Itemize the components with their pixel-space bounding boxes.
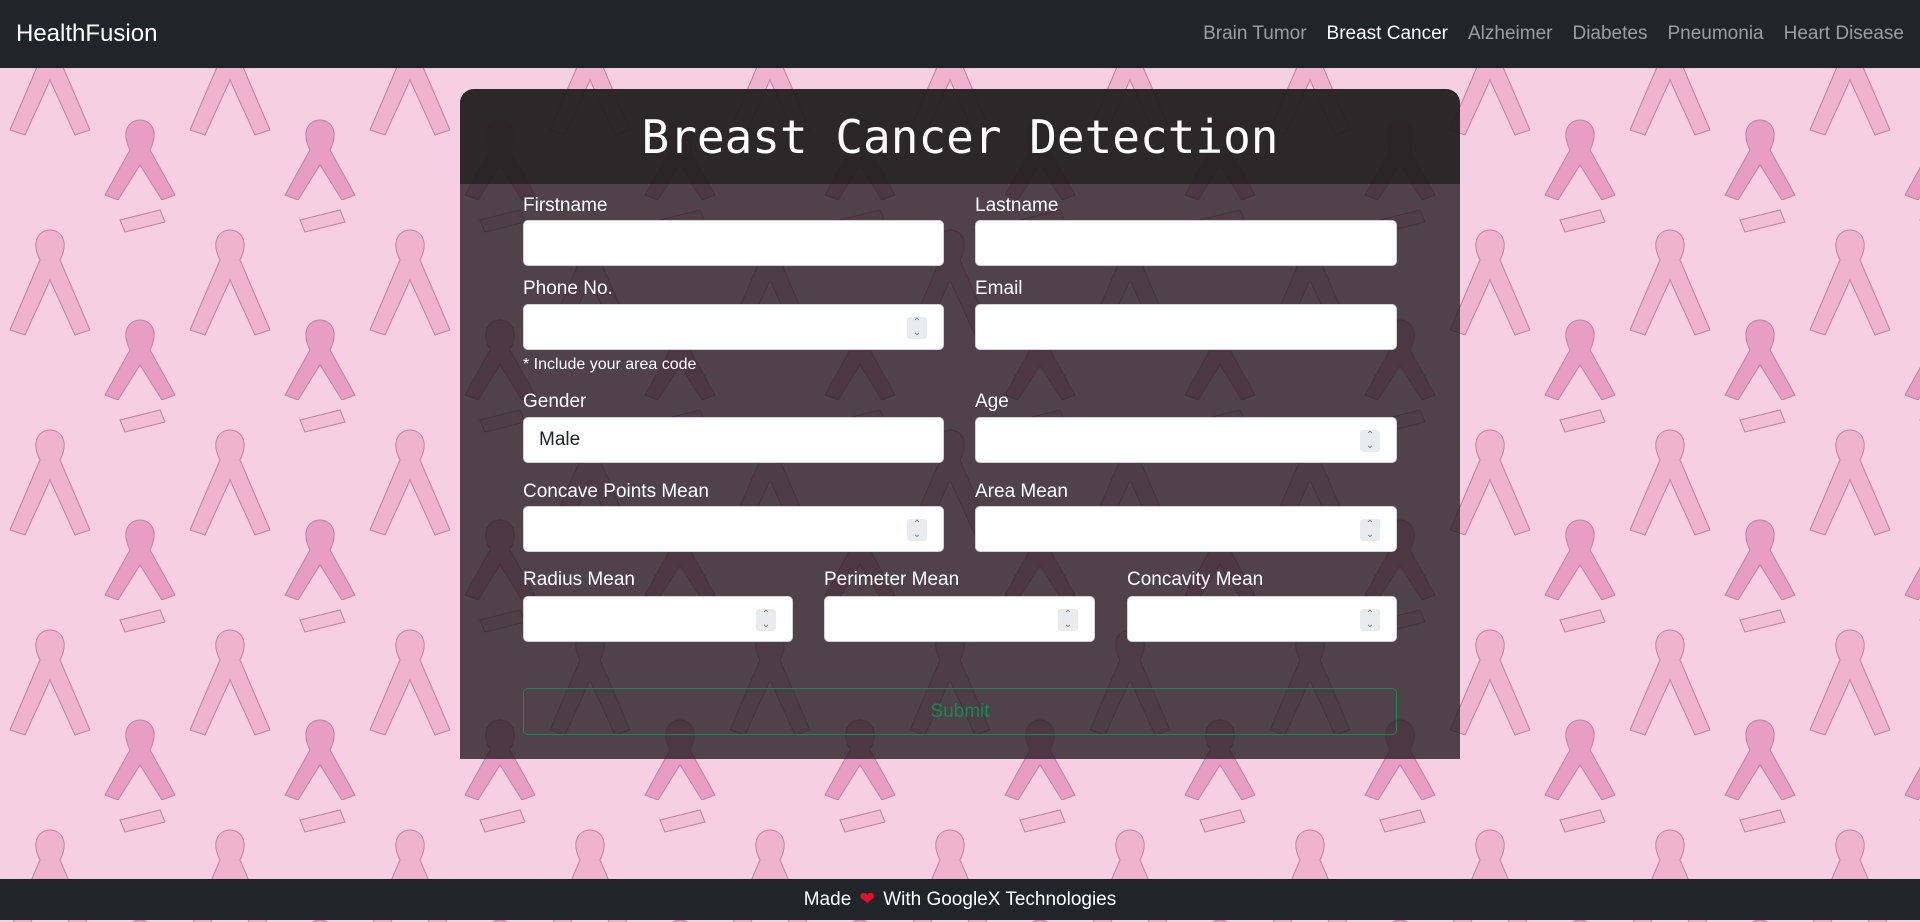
concave-points-mean-label: Concave Points Mean [523,481,709,502]
gender-label: Gender [523,391,587,412]
spinner-icon[interactable]: ⌃ ⌄ [1360,609,1380,631]
spinner-icon[interactable]: ⌃ ⌄ [1360,519,1380,541]
concavity-mean-label: Concavity Mean [1127,569,1264,590]
footer: Made ❤ With GoogleX Technologies [0,879,1920,920]
age-input[interactable]: ⌃ ⌄ [975,417,1397,463]
lastname-input[interactable] [975,220,1397,266]
nav-links: Brain Tumor Breast Cancer Alzheimer Diab… [1203,23,1904,45]
detection-form-card: Breast Cancer Detection Firstname Lastna… [460,89,1460,759]
email-label: Email [975,278,1023,299]
area-mean-label: Area Mean [975,481,1068,502]
phone-hint: * Include your area code [523,356,697,373]
footer-credit: With GoogleX Technologies [883,888,1117,910]
nav-pneumonia[interactable]: Pneumonia [1667,23,1763,45]
nav-alzheimer[interactable]: Alzheimer [1468,23,1552,45]
heart-icon: ❤ [859,889,876,910]
concave-points-mean-input[interactable]: ⌃ ⌄ [523,506,944,552]
radius-mean-input[interactable]: ⌃ ⌄ [523,596,793,642]
brand-logo[interactable]: HealthFusion [16,20,157,48]
email-input[interactable] [975,304,1397,350]
nav-heart-disease[interactable]: Heart Disease [1784,23,1904,45]
page-title: Breast Cancer Detection [641,109,1279,164]
gender-select[interactable]: Male [523,417,944,463]
age-label: Age [975,391,1009,412]
card-header: Breast Cancer Detection [460,89,1460,184]
spinner-icon[interactable]: ⌃ ⌄ [1058,609,1078,631]
nav-brain-tumor[interactable]: Brain Tumor [1203,23,1306,45]
area-mean-input[interactable]: ⌃ ⌄ [975,506,1397,552]
perimeter-mean-input[interactable]: ⌃ ⌄ [824,596,1095,642]
firstname-label: Firstname [523,195,608,216]
perimeter-mean-label: Perimeter Mean [824,569,960,590]
spinner-icon[interactable]: ⌃ ⌄ [756,609,776,631]
radius-mean-label: Radius Mean [523,569,635,590]
phone-label: Phone No. [523,278,613,299]
concavity-mean-input[interactable]: ⌃ ⌄ [1127,596,1397,642]
navbar: HealthFusion Brain Tumor Breast Cancer A… [0,0,1920,68]
spinner-icon[interactable]: ⌃ ⌄ [907,317,927,339]
firstname-input[interactable] [523,220,944,266]
phone-input[interactable]: ⌃ ⌄ [523,304,944,350]
lastname-label: Lastname [975,195,1059,216]
spinner-icon[interactable]: ⌃ ⌄ [907,519,927,541]
nav-breast-cancer[interactable]: Breast Cancer [1327,23,1448,45]
spinner-icon[interactable]: ⌃ ⌄ [1360,430,1380,452]
footer-made: Made [803,888,852,910]
submit-button[interactable]: Submit [523,688,1397,735]
nav-diabetes[interactable]: Diabetes [1572,23,1647,45]
